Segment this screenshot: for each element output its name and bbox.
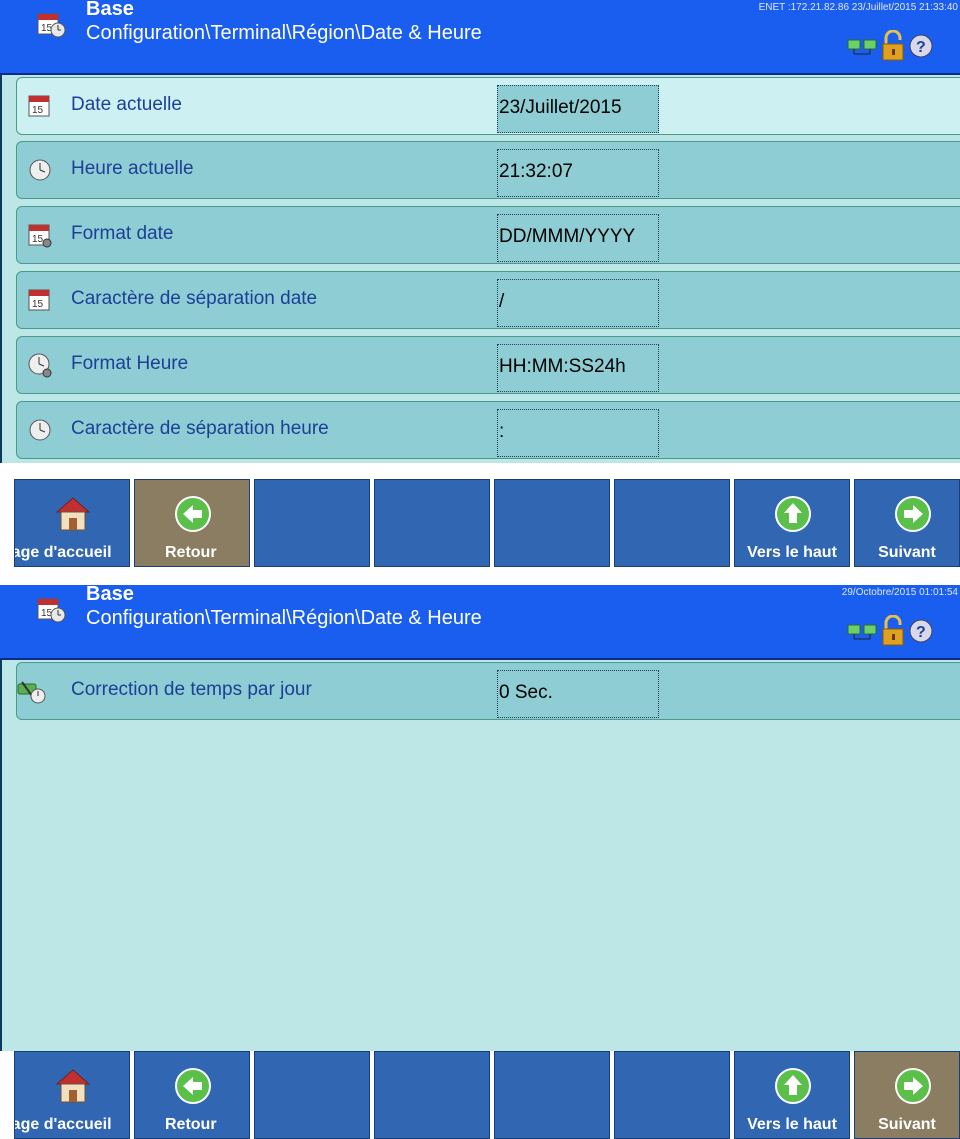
next-button[interactable]: Suivant — [854, 479, 960, 567]
terminal-screen-1: 15 Base Configuration\Terminal\Région\Da… — [0, 0, 960, 567]
date-separator-field[interactable]: / — [497, 279, 659, 327]
svg-text:?: ? — [916, 39, 926, 56]
home-button[interactable]: Page d'accueil — [14, 479, 130, 567]
up-button-label: Vers le haut — [747, 1116, 837, 1133]
row-time-correction[interactable]: Correction de temps par jour 0 Sec. — [16, 662, 960, 720]
row-label: Caractère de séparation heure — [71, 418, 329, 439]
softkey-empty[interactable] — [614, 1051, 730, 1139]
settings-list: 15 Date actuelle 23/Juillet/2015 Heure a… — [0, 75, 960, 463]
breadcrumb: Configuration\Terminal\Région\Date & Heu… — [86, 22, 482, 44]
row-current-date[interactable]: 15 Date actuelle 23/Juillet/2015 — [16, 77, 960, 135]
status-icons: ? — [847, 615, 933, 646]
svg-text:15: 15 — [32, 234, 44, 245]
help-icon: ? — [909, 34, 933, 58]
arrow-up-icon — [775, 496, 811, 532]
row-current-time[interactable]: Heure actuelle 21:32:07 — [16, 141, 960, 199]
lock-icon — [882, 615, 904, 646]
calendar-settings-icon: 15 — [28, 224, 52, 248]
network-icon — [847, 39, 877, 55]
svg-text:15: 15 — [32, 105, 44, 116]
lock-icon — [882, 30, 904, 61]
back-button-label: Retour — [165, 1116, 217, 1133]
settings-list: Correction de temps par jour 0 Sec. — [0, 660, 960, 1060]
row-date-format[interactable]: 15 Format date DD/MMM/YYYY — [16, 206, 960, 264]
terminal-screen-2: 15 Base Configuration\Terminal\Région\Da… — [0, 585, 960, 1139]
softkey-empty[interactable] — [254, 479, 370, 567]
row-label: Correction de temps par jour — [71, 679, 312, 700]
current-time-field[interactable]: 21:32:07 — [497, 149, 659, 197]
softkey-toolbar: Page d'accueil Retour Vers le haut S — [0, 479, 960, 567]
arrow-right-icon — [895, 1068, 931, 1104]
softkey-empty[interactable] — [374, 479, 490, 567]
time-correction-field[interactable]: 0 Sec. — [497, 670, 659, 718]
network-icon — [847, 624, 877, 640]
calendar-clock-icon: 15 — [37, 598, 66, 623]
clock-icon — [29, 419, 51, 441]
softkey-empty[interactable] — [374, 1051, 490, 1139]
back-button-label: Retour — [165, 544, 217, 561]
arrow-right-icon — [895, 496, 931, 532]
home-button-label: Page d'accueil — [15, 544, 112, 561]
row-date-separator[interactable]: 15 Caractère de séparation date / — [16, 271, 960, 329]
row-time-separator[interactable]: Caractère de séparation heure : — [16, 401, 960, 459]
softkey-empty[interactable] — [614, 479, 730, 567]
clock-icon — [29, 159, 51, 181]
softkey-empty[interactable] — [494, 479, 610, 567]
home-icon — [55, 497, 91, 531]
next-button-label: Suivant — [878, 544, 936, 561]
page-title: Base — [86, 0, 134, 20]
arrow-left-icon — [175, 1068, 211, 1104]
status-text: 29/Octobre/2015 01:01:54 — [841, 587, 958, 598]
back-button[interactable]: Retour — [134, 1051, 250, 1139]
status-text: ENET :172.21.82.86 23/Juillet/2015 21:33… — [758, 2, 958, 13]
status-icons: ? — [847, 30, 933, 61]
softkey-toolbar: Page d'accueil Retour Vers le haut S — [0, 1051, 960, 1139]
svg-text:15: 15 — [32, 299, 44, 310]
up-button[interactable]: Vers le haut — [734, 1051, 850, 1139]
arrow-up-icon — [775, 1068, 811, 1104]
softkey-empty[interactable] — [494, 1051, 610, 1139]
row-label: Format Heure — [71, 353, 189, 374]
current-date-field[interactable]: 23/Juillet/2015 — [497, 85, 659, 133]
arrow-left-icon — [175, 496, 211, 532]
header-bar: 15 Base Configuration\Terminal\Région\Da… — [0, 0, 960, 75]
up-button[interactable]: Vers le haut — [734, 479, 850, 567]
row-time-format[interactable]: Format Heure HH:MM:SS24h — [16, 336, 960, 394]
calendar-clock-icon: 15 — [37, 13, 66, 38]
time-format-field[interactable]: HH:MM:SS24h — [497, 344, 659, 392]
date-format-field[interactable]: DD/MMM/YYYY — [497, 214, 659, 262]
next-button-label: Suivant — [878, 1116, 936, 1133]
calendar-icon: 15 — [28, 95, 50, 117]
time-separator-field[interactable]: : — [497, 409, 659, 457]
svg-text:?: ? — [916, 624, 926, 641]
back-button[interactable]: Retour — [134, 479, 250, 567]
row-label: Caractère de séparation date — [71, 288, 318, 309]
up-button-label: Vers le haut — [747, 544, 837, 561]
row-label: Format date — [71, 223, 174, 244]
clock-settings-icon — [28, 353, 52, 378]
breadcrumb: Configuration\Terminal\Région\Date & Heu… — [86, 607, 482, 629]
home-button[interactable]: Page d'accueil — [14, 1051, 130, 1139]
home-icon — [55, 1069, 91, 1103]
time-correction-icon — [17, 681, 46, 704]
row-label: Date actuelle — [71, 94, 182, 115]
softkey-empty[interactable] — [254, 1051, 370, 1139]
help-icon: ? — [909, 619, 933, 643]
home-button-label: Page d'accueil — [15, 1116, 112, 1133]
next-button[interactable]: Suivant — [854, 1051, 960, 1139]
header-bar: 15 Base Configuration\Terminal\Région\Da… — [0, 585, 960, 660]
calendar-icon: 15 — [28, 289, 50, 311]
page-title: Base — [86, 585, 134, 605]
row-label: Heure actuelle — [71, 158, 194, 179]
